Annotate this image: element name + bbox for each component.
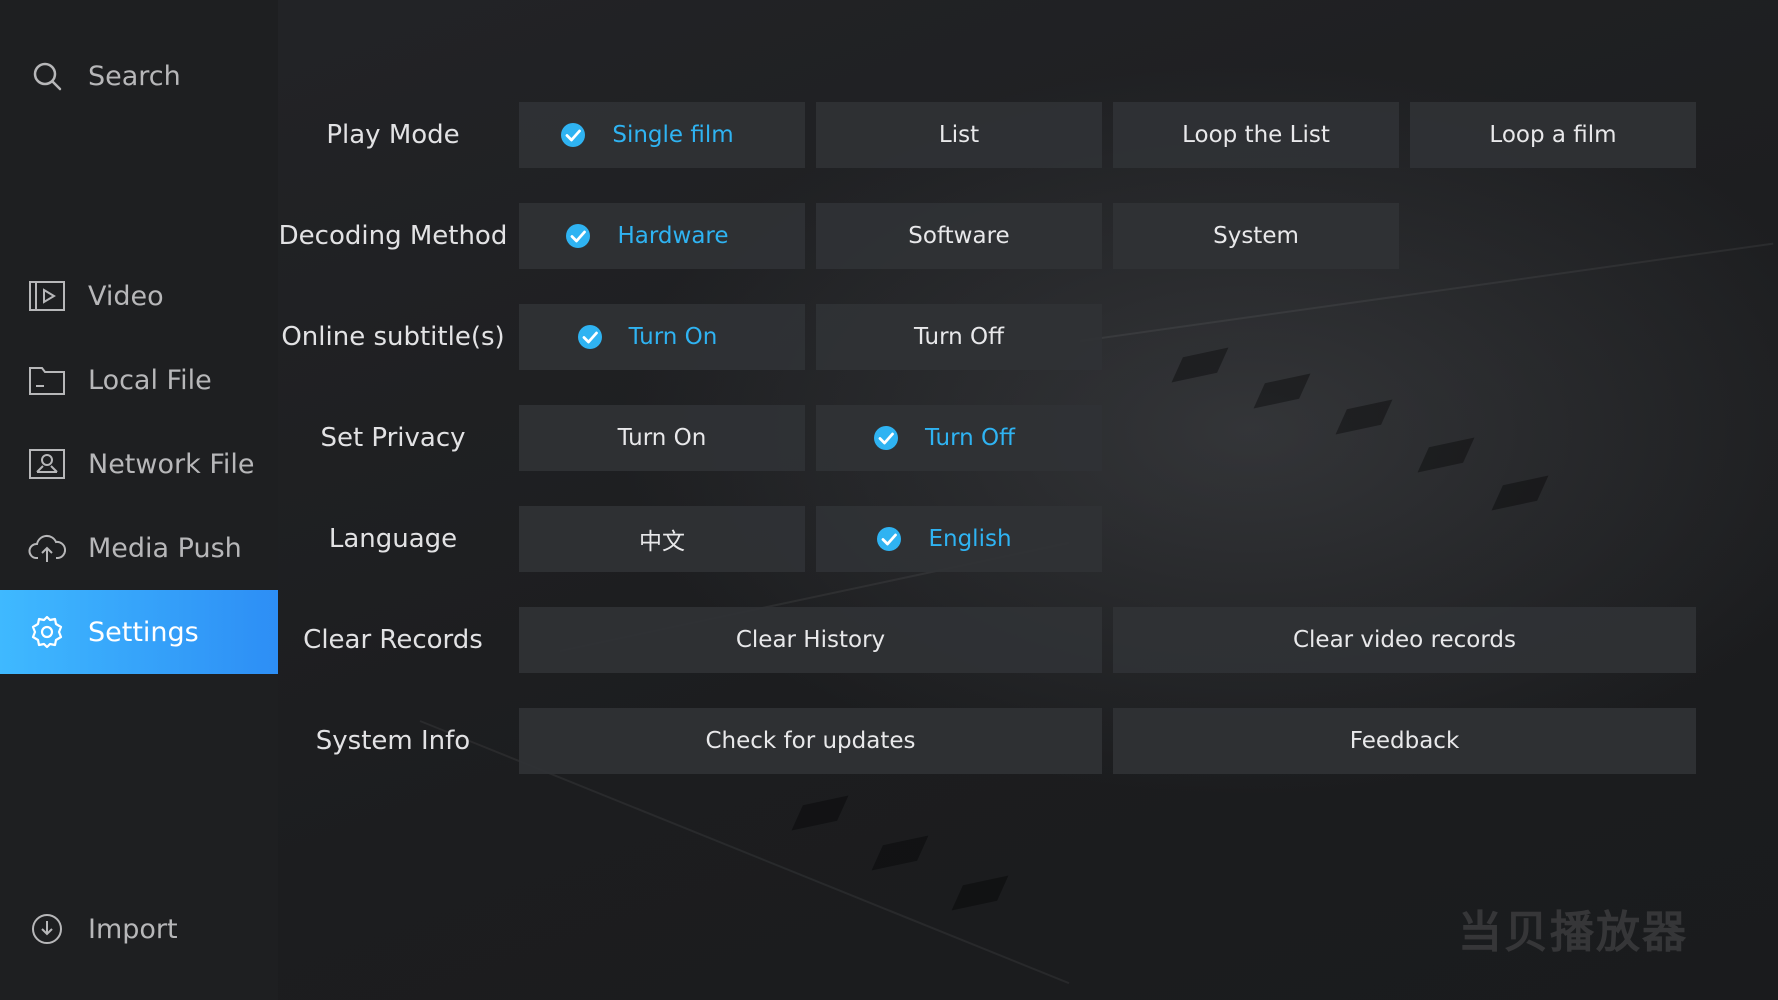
feedback-button[interactable]: Feedback [1113, 708, 1696, 774]
brand-watermark: 当贝播放器 [1458, 907, 1688, 958]
option-label: Clear History [735, 627, 886, 653]
play-mode-option-list[interactable]: List [816, 102, 1102, 168]
sidebar-item-label: Network File [88, 448, 255, 480]
sidebar: Search Video Local File Network File Med… [0, 0, 278, 1000]
decorative-square [1417, 437, 1475, 473]
clear-records-label: Clear Records [303, 625, 483, 655]
checkmark-icon [873, 426, 898, 450]
play-mode-option-loop-the-list[interactable]: Loop the List [1113, 102, 1399, 168]
search-icon [28, 57, 66, 95]
video-icon [28, 277, 66, 315]
decorative-square [791, 795, 849, 831]
option-label: Feedback [1349, 728, 1460, 754]
decoding-option-hardware[interactable]: Hardware [519, 203, 805, 269]
clear-history-button[interactable]: Clear History [519, 607, 1102, 673]
decorative-square [1491, 475, 1549, 511]
subtitles-option-turn-off[interactable]: Turn Off [816, 304, 1102, 370]
option-label: Loop a film [1489, 122, 1617, 148]
language-option-english[interactable]: English [816, 506, 1102, 572]
option-label: Clear video records [1292, 627, 1517, 653]
sidebar-item-label: Settings [88, 616, 199, 648]
checkmark-icon [561, 123, 586, 147]
play-mode-option-loop-a-film[interactable]: Loop a film [1410, 102, 1696, 168]
option-label: Check for updates [705, 728, 916, 754]
option-label: Software [908, 223, 1010, 249]
decoding-option-software[interactable]: Software [816, 203, 1102, 269]
decorative-square [951, 875, 1009, 911]
search-button[interactable]: Search [0, 34, 278, 118]
sidebar-item-label: Local File [88, 364, 212, 396]
option-label: List [938, 122, 980, 148]
import-icon [28, 910, 66, 948]
sidebar-item-label: Media Push [88, 532, 242, 564]
decorative-square [1335, 399, 1393, 435]
decoding-method-label: Decoding Method [278, 221, 508, 251]
option-label: English [928, 526, 1012, 552]
sidebar-item-settings[interactable]: Settings [0, 590, 278, 674]
sidebar-item-video[interactable]: Video [0, 254, 278, 338]
option-label: Turn On [617, 425, 707, 451]
option-label: Hardware [617, 223, 729, 249]
play-mode-option-single-film[interactable]: Single film [519, 102, 805, 168]
gear-icon [28, 613, 66, 651]
checkmark-icon [877, 527, 902, 551]
system-info-label: System Info [315, 726, 471, 756]
checkmark-icon [577, 325, 602, 349]
decoding-option-system[interactable]: System [1113, 203, 1399, 269]
folder-icon [28, 361, 66, 399]
option-label: System [1213, 223, 1299, 249]
cloud-upload-icon [28, 529, 66, 567]
online-subtitles-label: Online subtitle(s) [281, 322, 505, 352]
option-label: 中文 [639, 529, 685, 555]
checkmark-icon [566, 224, 591, 248]
option-label: Turn Off [924, 425, 1016, 451]
import-label: Import [88, 913, 178, 945]
sidebar-item-local-file[interactable]: Local File [0, 338, 278, 422]
sidebar-item-media-push[interactable]: Media Push [0, 506, 278, 590]
clear-video-records-button[interactable]: Clear video records [1113, 607, 1696, 673]
privacy-option-turn-off[interactable]: Turn Off [816, 405, 1102, 471]
language-option-chinese[interactable]: 中文 [519, 506, 805, 572]
subtitles-option-turn-on[interactable]: Turn On [519, 304, 805, 370]
search-label: Search [88, 60, 181, 92]
network-icon [28, 445, 66, 483]
language-label: Language [328, 524, 458, 554]
decorative-square [871, 835, 929, 871]
sidebar-item-network-file[interactable]: Network File [0, 422, 278, 506]
decorative-square [1253, 373, 1311, 409]
privacy-option-turn-on[interactable]: Turn On [519, 405, 805, 471]
check-for-updates-button[interactable]: Check for updates [519, 708, 1102, 774]
sidebar-item-label: Video [88, 280, 164, 312]
import-button[interactable]: Import [0, 887, 278, 971]
option-label: Single film [612, 122, 734, 148]
option-label: Turn Off [913, 324, 1005, 350]
option-label: Loop the List [1182, 122, 1330, 148]
set-privacy-label: Set Privacy [320, 423, 466, 453]
decorative-square [1171, 347, 1229, 383]
option-label: Turn On [628, 324, 718, 350]
play-mode-label: Play Mode [326, 120, 460, 150]
